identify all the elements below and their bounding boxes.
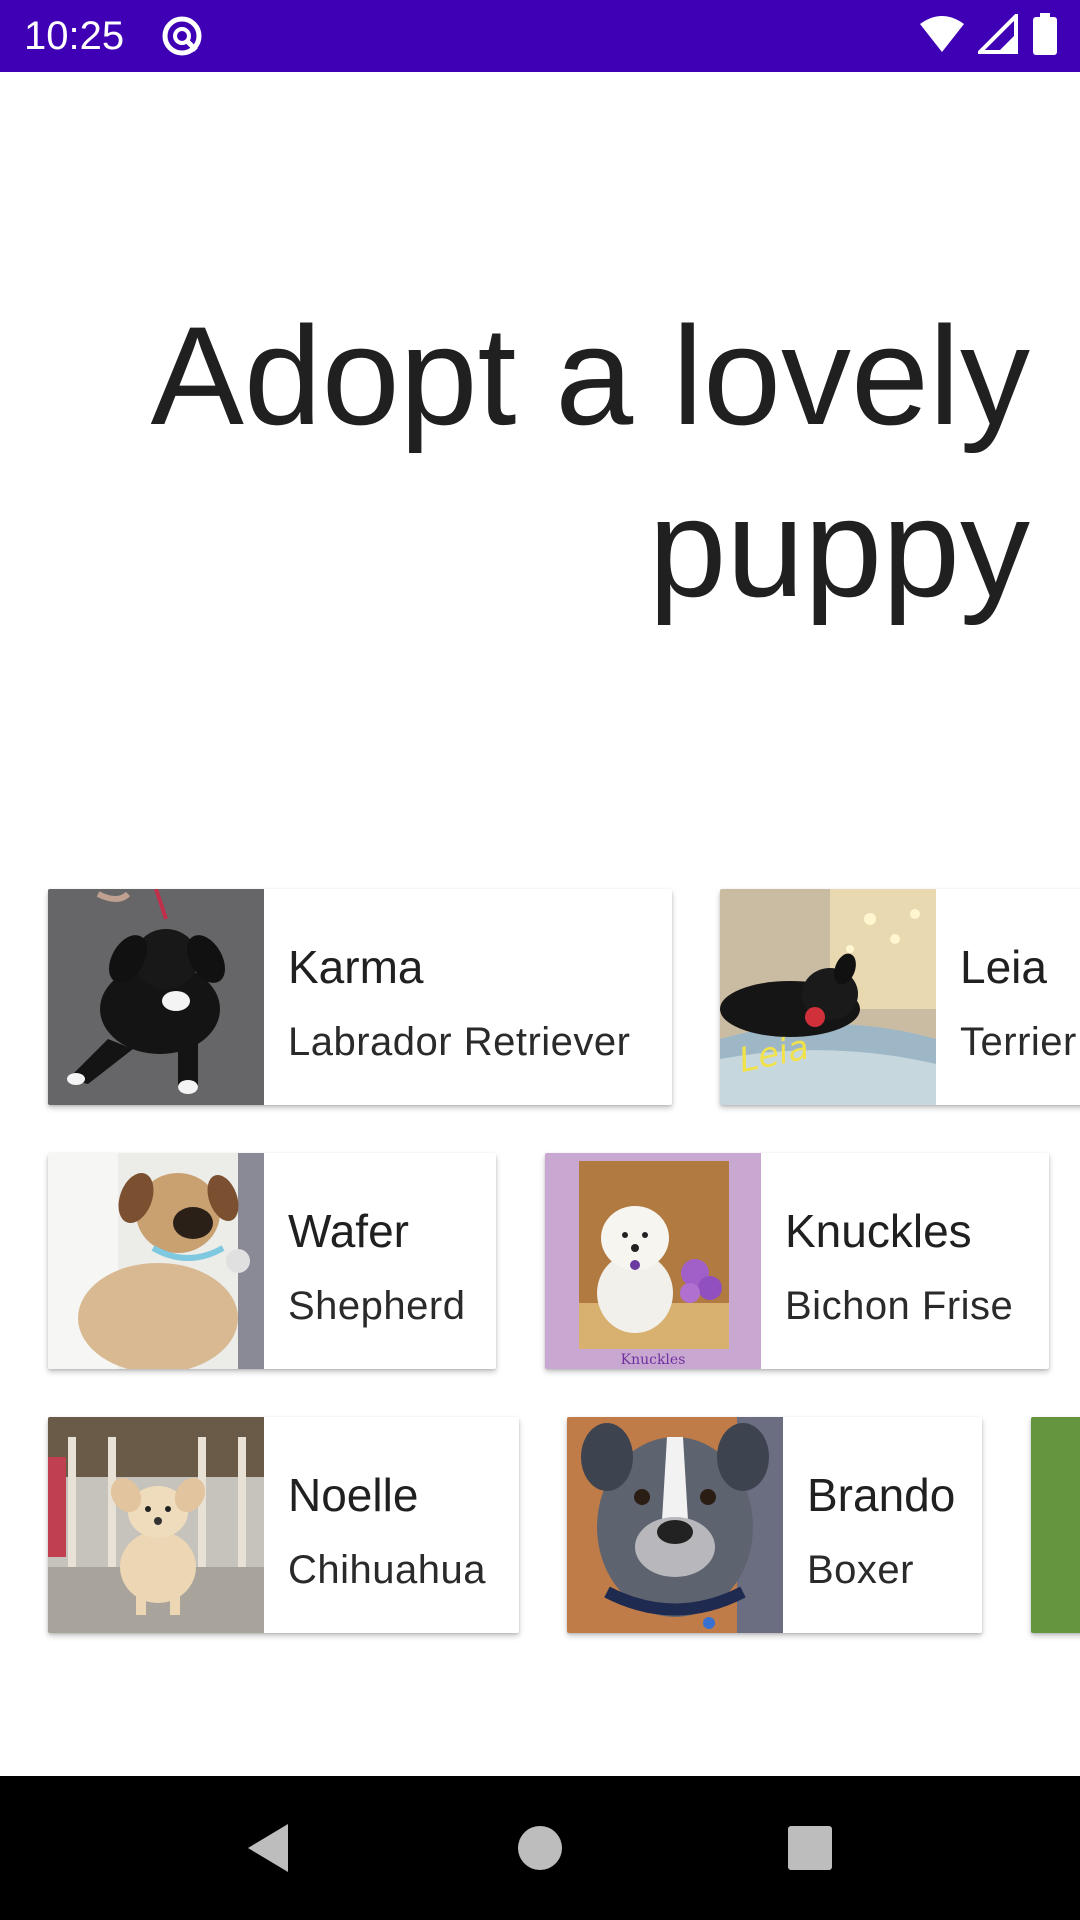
puppy-breed: Boxer — [807, 1548, 914, 1592]
home-button[interactable] — [480, 1776, 600, 1920]
puppy-card[interactable]: Karma Labrador Retriever — [48, 889, 672, 1105]
puppy-breed: Bichon Frise — [785, 1284, 1014, 1328]
back-button[interactable] — [208, 1776, 328, 1920]
recents-button[interactable] — [750, 1776, 870, 1920]
puppy-breed: Chihuahua — [288, 1548, 486, 1592]
puppy-card[interactable]: Wafer Shepherd — [48, 1153, 496, 1369]
back-icon — [248, 1824, 288, 1872]
title-line-2: puppy — [648, 469, 1030, 626]
puppy-card-partial[interactable] — [1031, 1417, 1080, 1633]
puppy-name: Knuckles — [785, 1205, 972, 1257]
puppy-name: Leia — [960, 941, 1047, 993]
gray-pitbull-puppy-photo — [567, 1417, 783, 1633]
puppy-name: Karma — [288, 941, 424, 993]
cell-signal-icon — [975, 11, 1018, 58]
navigation-bar — [0, 1776, 1080, 1920]
white-puppy-photo: Knuckles — [545, 1153, 761, 1369]
puppy-name: Wafer — [288, 1205, 409, 1257]
data-saver-icon — [160, 14, 204, 58]
puppy-breed: Terrier — [960, 1020, 1077, 1064]
home-icon — [518, 1826, 562, 1870]
page-title: Adopt a lovely puppy — [50, 290, 1030, 634]
status-time: 10:25 — [24, 14, 125, 58]
puppy-on-grass-photo — [1031, 1417, 1080, 1633]
title-line-1: Adopt a lovely — [150, 297, 1030, 454]
photo-caption: Knuckles — [621, 1352, 686, 1368]
puppy-name: Brando — [807, 1469, 956, 1521]
battery-icon — [1032, 13, 1058, 59]
puppy-breed: Shepherd — [288, 1284, 466, 1328]
cream-puppy-photo — [48, 1417, 264, 1633]
wifi-icon — [920, 14, 964, 58]
puppy-card[interactable]: Knuckles Knuckles Bichon Frise — [545, 1153, 1049, 1369]
black-puppy-photo — [48, 889, 264, 1105]
tan-puppy-photo — [48, 1153, 264, 1369]
puppy-name: Noelle — [288, 1469, 419, 1521]
puppy-card[interactable]: Noelle Chihuahua — [48, 1417, 519, 1633]
puppy-breed: Labrador Retriever — [288, 1020, 631, 1064]
puppy-card[interactable]: Brando Boxer — [567, 1417, 982, 1633]
recents-icon — [788, 1826, 832, 1870]
status-bar: 10:25 — [0, 0, 1080, 72]
black-puppy-on-blanket-photo: Leia — [720, 889, 936, 1105]
puppy-card[interactable]: Leia Leia Terrier — [720, 889, 1080, 1105]
